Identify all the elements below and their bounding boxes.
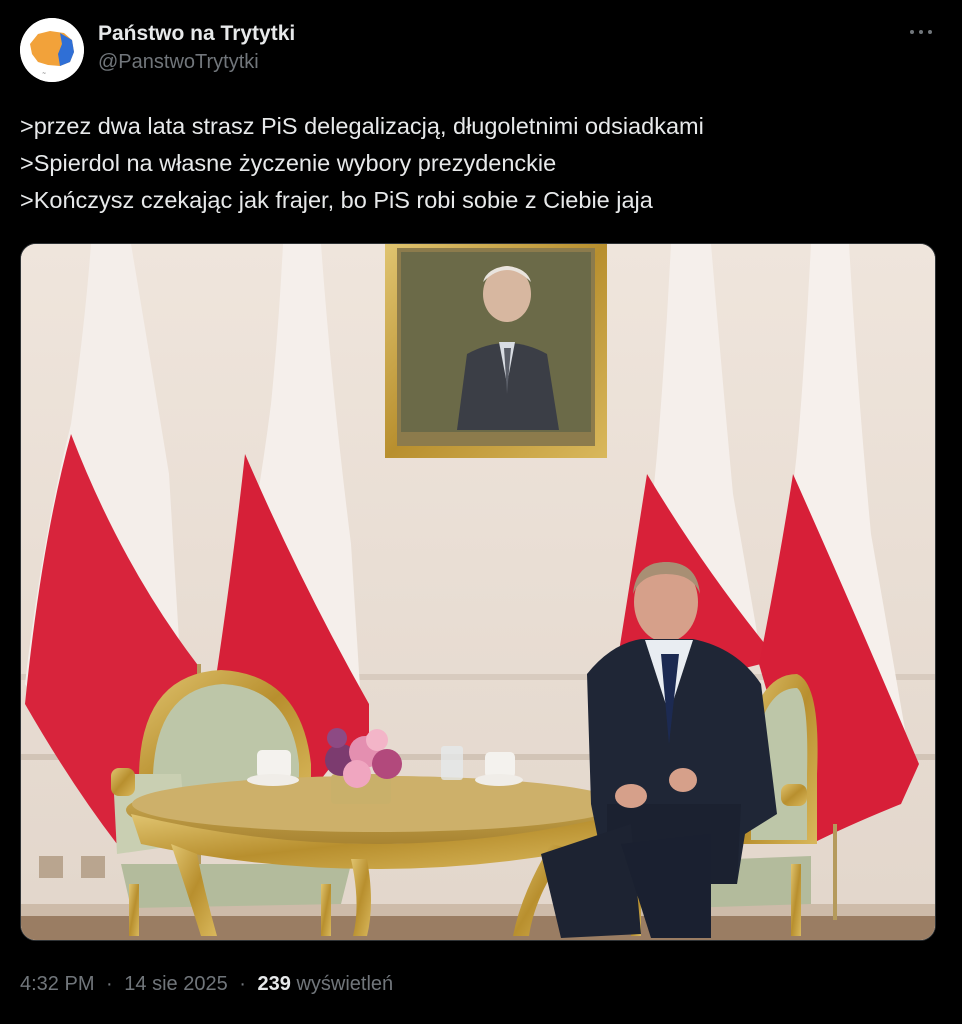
tweet-line: >Kończysz czekając jak frajer, bo PiS ro… bbox=[20, 187, 653, 213]
tweet-line: >przez dwa lata strasz PiS delegalizacją… bbox=[20, 113, 704, 139]
tweet-date[interactable]: 14 sie 2025 bbox=[124, 973, 227, 995]
avatar-poland-map-icon: ~ bbox=[20, 18, 84, 82]
tweet-card: ~ Państwo na Trytytki @PanstwoTrytytki >… bbox=[0, 0, 962, 1024]
more-dots-icon bbox=[910, 30, 932, 34]
tweet-header: ~ Państwo na Trytytki @PanstwoTrytytki bbox=[20, 16, 942, 86]
separator: · bbox=[239, 973, 246, 995]
portrait-painting bbox=[385, 244, 607, 458]
views-count: 239 bbox=[257, 973, 291, 995]
display-name[interactable]: Państwo na Trytytki bbox=[98, 20, 295, 48]
avatar[interactable]: ~ bbox=[20, 18, 84, 82]
tweet-time[interactable]: 4:32 PM bbox=[20, 973, 94, 995]
tweet-text: >przez dwa lata strasz PiS delegalizacją… bbox=[20, 108, 942, 219]
separator: · bbox=[106, 973, 113, 995]
photo-illustration bbox=[21, 244, 935, 940]
tweet-meta: 4:32 PM · 14 sie 2025 · 239 wyświetleń bbox=[20, 970, 393, 998]
tweet-line: >Spierdol na własne życzenie wybory prez… bbox=[20, 150, 557, 176]
user-handle[interactable]: @PanstwoTrytytki bbox=[98, 48, 295, 76]
svg-text:~: ~ bbox=[42, 71, 46, 77]
views-label: wyświetleń bbox=[296, 973, 394, 995]
tweet-photo[interactable] bbox=[20, 243, 936, 941]
more-options-button[interactable] bbox=[906, 22, 936, 42]
author-names: Państwo na Trytytki @PanstwoTrytytki bbox=[98, 20, 295, 76]
